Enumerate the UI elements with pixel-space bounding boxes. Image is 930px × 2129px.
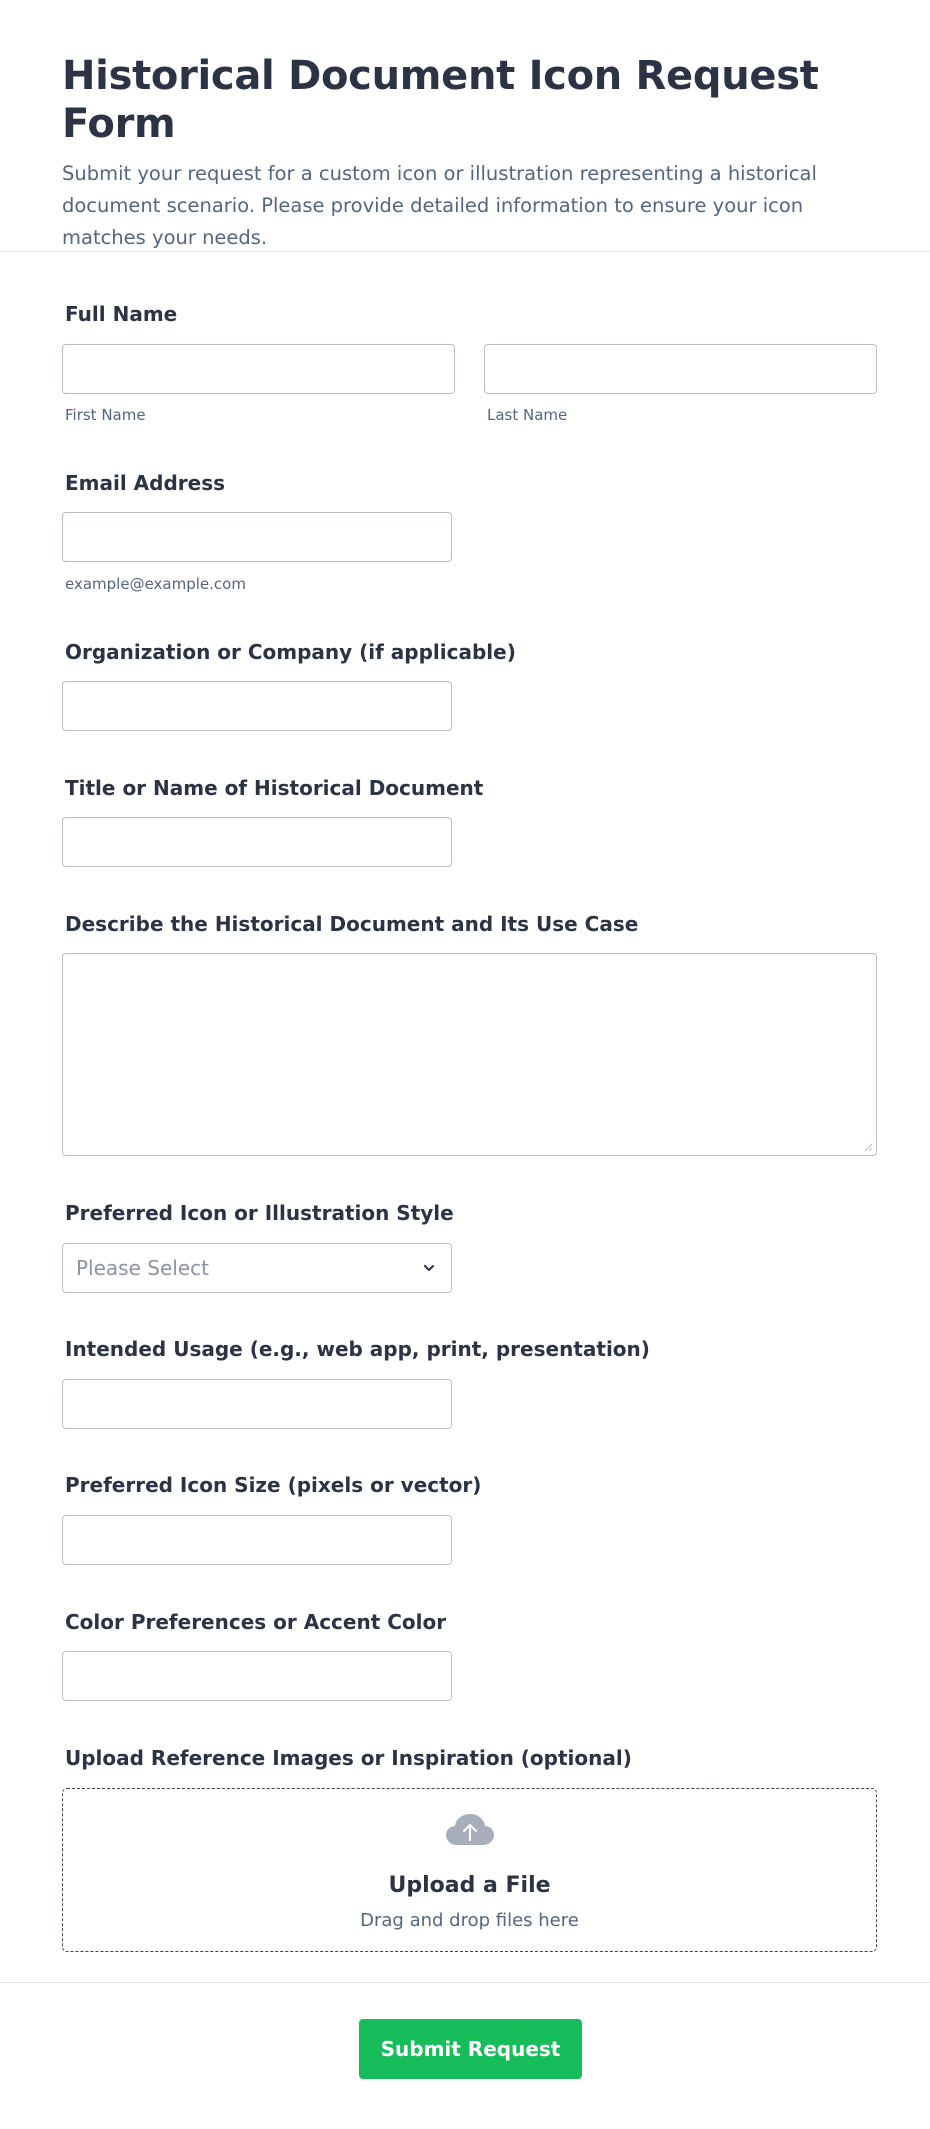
document-title-input[interactable] (62, 817, 452, 867)
color-label: Color Preferences or Accent Color (65, 1610, 447, 1634)
form-page: Historical Document Icon Request Form Su… (0, 0, 930, 2129)
color-input[interactable] (62, 1651, 452, 1701)
upload-title: Upload a File (388, 1873, 551, 1898)
upload-label: Upload Reference Images or Inspiration (… (65, 1746, 632, 1770)
document-title-label: Title or Name of Historical Document (65, 776, 484, 800)
first-name-sublabel: First Name (65, 406, 146, 424)
email-label: Email Address (65, 471, 226, 495)
last-name-input[interactable] (484, 344, 877, 394)
resize-grip-icon[interactable] (863, 1142, 873, 1152)
full-name-label: Full Name (65, 302, 178, 326)
usage-input[interactable] (62, 1379, 452, 1429)
upload-hint: Drag and drop files here (360, 1910, 579, 1931)
style-select-placeholder: Please Select (76, 1256, 209, 1280)
description-textarea[interactable] (62, 953, 877, 1156)
organization-input[interactable] (62, 681, 452, 731)
size-input[interactable] (62, 1515, 452, 1565)
style-select[interactable]: Please Select (62, 1243, 452, 1293)
size-label: Preferred Icon Size (pixels or vector) (65, 1473, 482, 1497)
email-sublabel: example@example.com (65, 575, 246, 593)
form-header: Historical Document Icon Request Form Su… (0, 0, 930, 252)
chevron-down-icon (424, 1265, 434, 1271)
footer-divider (0, 1982, 930, 1983)
style-label: Preferred Icon or Illustration Style (65, 1201, 454, 1225)
cloud-upload-icon (445, 1814, 494, 1845)
email-field[interactable] (62, 512, 452, 562)
usage-label: Intended Usage (e.g., web app, print, pr… (65, 1337, 650, 1361)
file-upload-dropzone[interactable]: Upload a File Drag and drop files here (62, 1788, 877, 1952)
organization-label: Organization or Company (if applicable) (65, 640, 516, 664)
page-title: Historical Document Icon Request Form (62, 53, 819, 147)
description-label: Describe the Historical Document and Its… (65, 912, 639, 936)
last-name-sublabel: Last Name (487, 406, 568, 424)
first-name-input[interactable] (62, 344, 455, 394)
page-description: Submit your request for a custom icon or… (62, 162, 817, 249)
submit-request-button[interactable]: Submit Request (359, 2019, 582, 2079)
